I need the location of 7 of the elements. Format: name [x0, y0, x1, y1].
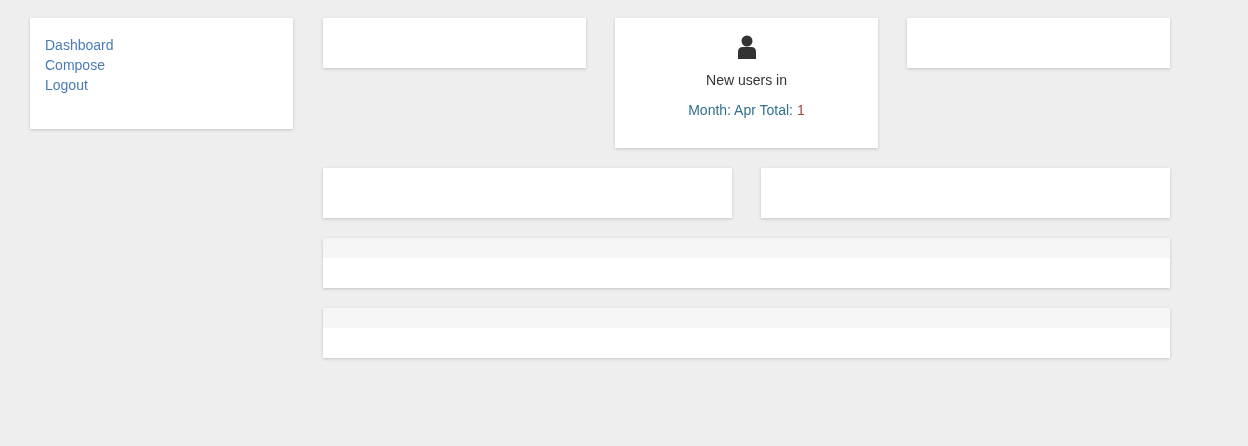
nav-link[interactable]: Compose [45, 55, 278, 75]
user-icon [736, 35, 757, 59]
stat-label: Month: Apr Total: [688, 102, 793, 118]
stat-value: 1 [797, 102, 805, 118]
nav-link[interactable]: Logout [45, 75, 278, 95]
nav-link[interactable]: Dashboard [45, 35, 278, 55]
stat-title: New users in [706, 72, 787, 88]
